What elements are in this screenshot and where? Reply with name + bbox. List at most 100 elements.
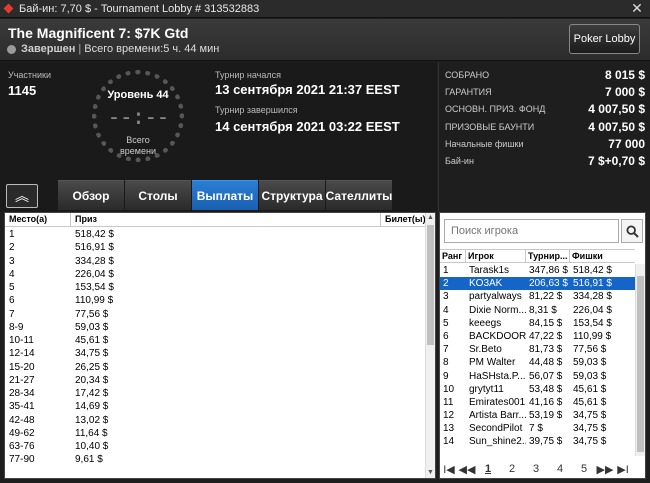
player-row[interactable]: 14 Sun_shine2... 39,75 $ 34,75 $: [440, 435, 635, 448]
place-cell: 1: [9, 229, 15, 240]
column-header-tournament[interactable]: Турнир...: [526, 250, 570, 262]
player-cell: KO3AK: [469, 278, 503, 290]
player-search-input[interactable]: [444, 219, 619, 243]
scrollbar-thumb[interactable]: [427, 225, 434, 345]
page-link[interactable]: 5: [572, 463, 596, 475]
place-cell: 77-90: [9, 454, 35, 466]
chips-cell: 34,75 $: [573, 436, 607, 448]
prize-cell: 20,34 $: [75, 374, 109, 386]
player-row[interactable]: 2 KO3AK 206,63 $ 516,91 $: [440, 277, 635, 291]
player-row[interactable]: 10 grytyt11 53,48 $ 45,61 $: [440, 383, 635, 396]
chips-cell: 34,75 $: [573, 410, 607, 422]
tournament-cell: 39,75 $: [529, 436, 563, 448]
poker-lobby-button[interactable]: Poker Lobby: [569, 24, 640, 54]
tournament-cell: 347,86 $: [529, 265, 568, 276]
column-header-player[interactable]: Игрок: [466, 250, 526, 262]
ended-value: 14 сентября 2021 03:22 EEST: [215, 119, 400, 134]
chips-cell: 518,42 $: [573, 265, 612, 276]
stat-label: ГАРАНТИЯ: [445, 87, 492, 97]
started-label: Турнир начался: [215, 70, 281, 80]
prev-page-button[interactable]: ◀◀: [458, 463, 476, 476]
stat-value: 4 007,50 $: [588, 120, 645, 134]
chips-cell: 110,99 $: [573, 330, 612, 342]
rank-cell: 1: [443, 265, 449, 276]
prize-cell: 17,42 $: [75, 388, 109, 399]
payouts-table: Место(а) Приз Билет(ы) 1 518,42 $ 2 516,91 …: [4, 212, 436, 479]
rank-cell: 14: [443, 436, 455, 448]
first-page-button[interactable]: I◀: [440, 463, 458, 476]
page-link[interactable]: 4: [548, 463, 572, 475]
player-row[interactable]: 12 Artista Barr... 53,19 $ 34,75 $: [440, 409, 635, 422]
table-row: 7 77,56 $: [5, 308, 427, 321]
prize-cell: 518,42 $: [75, 229, 114, 240]
chips-cell: 516,91 $: [573, 278, 612, 290]
stat-value: 4 007,50 $: [588, 102, 645, 116]
player-row[interactable]: 6 BACKDOOR...47,22 $ 110,99 $: [440, 330, 635, 343]
stat-value: 7 000 $: [604, 85, 645, 99]
tab-tables[interactable]: Столы: [125, 180, 191, 210]
chips-cell: 45,61 $: [573, 396, 607, 408]
prize-cell: 34,75 $: [75, 348, 109, 360]
player-row[interactable]: 7 Sr.Beto 81,73 $ 77,56 $: [440, 343, 635, 356]
last-page-button[interactable]: ▶I: [614, 463, 632, 476]
page-link[interactable]: 1: [476, 463, 500, 475]
rank-cell: 11: [443, 396, 454, 408]
page-link[interactable]: 3: [524, 463, 548, 475]
player-row[interactable]: 4 Dixie Norm... 8,31 $ 226,04 $: [440, 304, 635, 317]
table-row: 77-90 9,61 $: [5, 453, 427, 466]
collapse-button[interactable]: ︽: [6, 184, 38, 208]
player-row[interactable]: 1 Tarask1s 347,86 $ 518,42 $: [440, 264, 635, 277]
ticket-cell: [381, 440, 427, 453]
tournament-cell: 47,22 $: [529, 330, 563, 342]
scroll-up-icon[interactable]: ▲: [426, 213, 435, 223]
player-row[interactable]: 9 HaSHsta.P... 56,07 $ 59,03 $: [440, 370, 635, 383]
player-cell: grytyt11: [469, 383, 504, 395]
ticket-cell: [381, 347, 427, 360]
place-cell: 8-9: [9, 321, 24, 333]
next-page-button[interactable]: ▶▶: [596, 463, 614, 476]
prize-cell: 26,25 $: [75, 361, 109, 373]
column-header-rank[interactable]: Ранг: [440, 250, 466, 262]
tournament-cell: 206,63 $: [529, 278, 568, 290]
search-button[interactable]: [621, 219, 643, 243]
pokerstars-logo-icon: [4, 4, 14, 14]
player-row[interactable]: 8 PM Walter 44,48 $ 59,03 $: [440, 356, 635, 369]
close-icon[interactable]: ✕: [630, 1, 644, 16]
player-row[interactable]: 3 partyalways 81,22 $ 334,28 $: [440, 290, 635, 303]
payouts-scrollbar[interactable]: ▲ ▼: [425, 213, 435, 478]
players-scrollbar[interactable]: [635, 264, 645, 456]
column-header-tickets[interactable]: Билет(ы): [381, 213, 427, 226]
prize-cell: 77,56 $: [75, 308, 109, 320]
column-header-prize[interactable]: Приз: [71, 213, 381, 226]
tab-satellites[interactable]: Сателлиты: [326, 180, 392, 210]
tab-structure[interactable]: Структура: [259, 180, 325, 210]
chevron-up-icon: ︽: [15, 188, 29, 204]
stat-label: ОСНОВН. ПРИЗ. ФОНД: [445, 104, 546, 114]
column-header-chips[interactable]: Фишки: [570, 250, 635, 262]
player-row[interactable]: 13 SecondPilot 7 $ 34,75 $: [440, 422, 635, 435]
prize-cell: 334,28 $: [75, 255, 114, 267]
scrollbar-thumb[interactable]: [637, 276, 644, 452]
tab-overview[interactable]: Обзор: [58, 180, 124, 210]
column-header-place[interactable]: Место(а): [5, 213, 71, 226]
table-row: 21-27 20,34 $: [5, 374, 427, 387]
tab-payouts[interactable]: Выплаты: [192, 180, 258, 210]
prize-stats-panel: СОБРАНО 8 015 $ ГАРАНТИЯ 7 000 $ ОСНОВН.…: [438, 62, 650, 212]
total-time: Всего времени:5 ч. 44 мин: [84, 43, 220, 55]
player-row[interactable]: 11 Emirates001 41,16 $ 45,61 $: [440, 396, 635, 409]
ticket-cell: [381, 453, 427, 466]
chips-cell: 334,28 $: [573, 291, 612, 303]
page-link[interactable]: 2: [500, 463, 524, 475]
ticket-cell: [381, 294, 427, 307]
tournament-cell: 56,07 $: [529, 370, 563, 382]
player-cell: Dixie Norm...: [469, 304, 526, 316]
ticket-cell: [381, 387, 427, 400]
stat-row: ПРИЗОВЫЕ БАУНТИ 4 007,50 $: [445, 118, 645, 136]
stat-row: Начальные фишки 77 000: [445, 135, 645, 153]
tournament-cell: 7 $: [529, 423, 543, 435]
place-cell: 15-20: [9, 361, 35, 373]
rank-cell: 2: [443, 278, 449, 290]
scroll-down-icon[interactable]: ▼: [426, 468, 435, 478]
rank-cell: 7: [443, 344, 449, 356]
player-row[interactable]: 5 keeegs 84,15 $ 153,54 $: [440, 317, 635, 330]
